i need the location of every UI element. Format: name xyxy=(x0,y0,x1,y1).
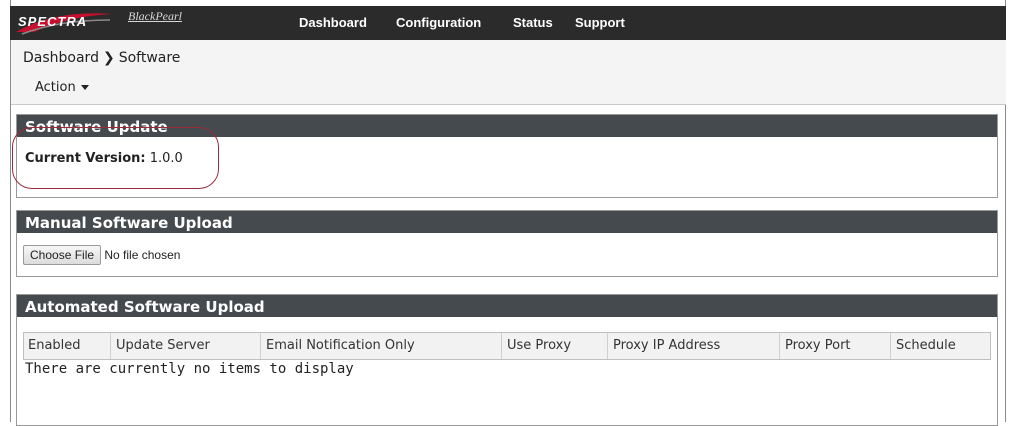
breadcrumb: Dashboard ❯ Software xyxy=(23,50,180,66)
nav-support[interactable]: Support xyxy=(575,15,625,30)
breadcrumb-bar: Dashboard ❯ Software Action xyxy=(11,40,1006,105)
action-menu-label: Action xyxy=(35,80,76,95)
column-divider xyxy=(779,333,780,359)
manual-upload-title: Manual Software Upload xyxy=(17,211,997,233)
version-highlight-annotation xyxy=(12,127,219,189)
nav-status[interactable]: Status xyxy=(513,15,553,30)
automated-upload-panel: Automated Software Upload Enabled Update… xyxy=(16,294,998,426)
manual-upload-panel: Manual Software Upload Choose File No fi… xyxy=(16,210,998,277)
column-divider xyxy=(607,333,608,359)
column-use-proxy[interactable]: Use Proxy xyxy=(507,338,571,353)
empty-table-message: There are currently no items to display xyxy=(25,361,354,377)
column-divider xyxy=(501,333,502,359)
top-navbar: SPECTRA BlackPearl Dashboard Configurati… xyxy=(10,6,1006,40)
column-proxy-port[interactable]: Proxy Port xyxy=(785,338,851,353)
file-status-text: No file chosen xyxy=(104,248,181,262)
column-email-notification-only[interactable]: Email Notification Only xyxy=(266,338,415,353)
breadcrumb-current: Software xyxy=(118,50,181,66)
action-menu-button[interactable]: Action xyxy=(35,80,89,95)
automated-upload-table-header: Enabled Update Server Email Notification… xyxy=(23,332,991,360)
automated-upload-title: Automated Software Upload xyxy=(17,295,997,317)
nav-configuration[interactable]: Configuration xyxy=(396,15,481,30)
column-divider xyxy=(260,333,261,359)
column-schedule[interactable]: Schedule xyxy=(896,338,956,353)
column-divider xyxy=(110,333,111,359)
column-enabled[interactable]: Enabled xyxy=(28,338,81,353)
file-input: Choose File No file chosen xyxy=(23,245,180,265)
caret-down-icon xyxy=(80,85,89,90)
column-divider xyxy=(890,333,891,359)
breadcrumb-dashboard-link[interactable]: Dashboard xyxy=(23,50,99,66)
nav-dashboard[interactable]: Dashboard xyxy=(299,15,367,30)
breadcrumb-separator-icon: ❯ xyxy=(102,50,115,66)
choose-file-button[interactable]: Choose File xyxy=(23,245,102,265)
blackpearl-logo[interactable]: BlackPearl xyxy=(128,9,182,24)
spectra-logo[interactable]: SPECTRA xyxy=(18,14,87,29)
column-proxy-ip-address[interactable]: Proxy IP Address xyxy=(613,338,720,353)
column-update-server[interactable]: Update Server xyxy=(116,338,210,353)
